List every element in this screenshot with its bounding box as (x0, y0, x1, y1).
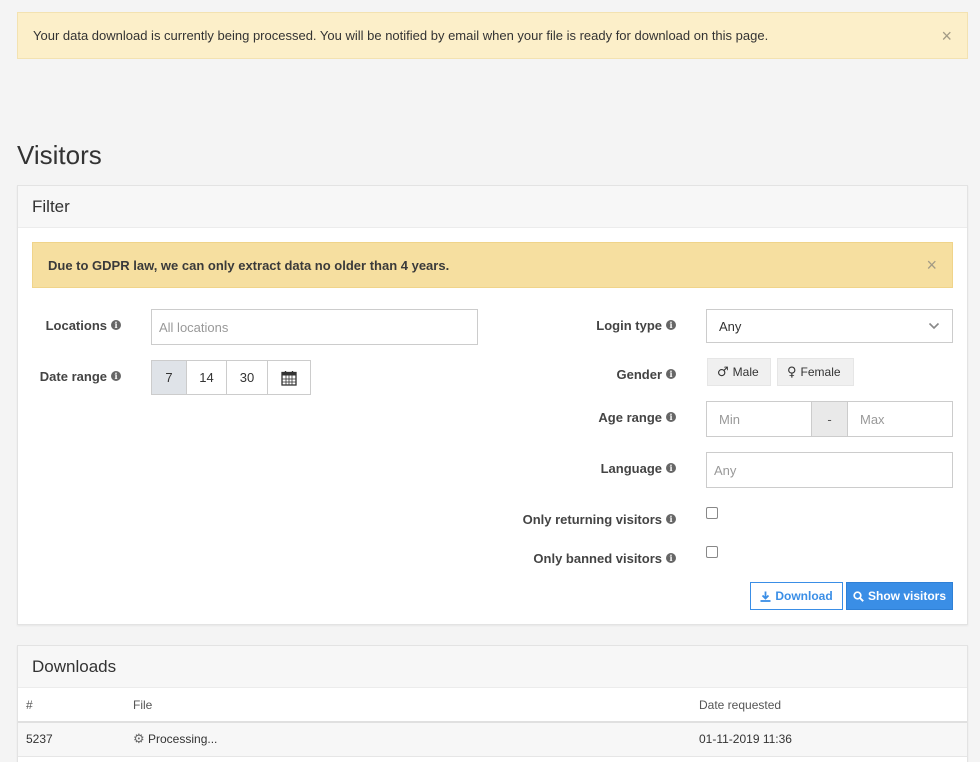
language-label-text: Language (600, 460, 662, 476)
date-range-group: 7 14 30 (151, 360, 311, 395)
gender-label-text: Gender (616, 366, 662, 382)
language-input[interactable]: Any (706, 452, 953, 488)
table-row: 5237 ⚙ Processing... 01-11-2019 11:36 (18, 722, 967, 757)
processing-notice: Your data download is currently being pr… (17, 12, 968, 59)
gender-female-label: Female (800, 365, 841, 379)
column-header-date: Date requested (691, 688, 967, 723)
info-icon: i (666, 412, 676, 422)
locations-label-text: Locations (45, 317, 107, 333)
search-icon (853, 590, 864, 602)
gdpr-notice: Due to GDPR law, we can only extract dat… (32, 242, 953, 288)
gear-icon: ⚙ (133, 731, 145, 747)
page-title: Visitors (17, 140, 102, 170)
language-placeholder: Any (714, 462, 737, 478)
returning-visitors-checkbox[interactable] (706, 507, 718, 519)
show-visitors-button[interactable]: Show visitors (846, 582, 953, 610)
info-icon: i (666, 463, 676, 473)
gender-male-label: Male (732, 365, 759, 379)
download-icon (760, 591, 771, 602)
info-icon: i (111, 320, 121, 330)
age-range-separator: - (811, 401, 848, 437)
date-range-14-button[interactable]: 14 (187, 361, 227, 394)
female-icon: ♀ (787, 364, 797, 380)
banned-visitors-checkbox[interactable] (706, 546, 718, 558)
downloads-table: # File Date requested 5237 ⚙ Processing.… (18, 688, 967, 757)
download-date-cell: 01-11-2019 11:36 (691, 722, 967, 757)
age-min-placeholder: Min (719, 411, 740, 427)
downloads-panel: Downloads # File Date requested 5237 ⚙ P… (17, 645, 968, 762)
login-type-value: Any (719, 318, 742, 334)
info-icon: i (666, 553, 676, 563)
age-range-label: Age range i (520, 408, 676, 426)
column-header-file: File (125, 688, 691, 723)
gender-label: Gender i (520, 365, 676, 383)
downloads-heading: Downloads (18, 646, 967, 688)
download-button[interactable]: Download (750, 582, 843, 610)
gender-male-button[interactable]: ♂ Male (707, 358, 771, 386)
gender-female-button[interactable]: ♀ Female (777, 358, 854, 386)
locations-input[interactable]: All locations (151, 309, 478, 345)
age-range-label-text: Age range (598, 409, 662, 425)
processing-notice-text: Your data download is currently being pr… (33, 28, 769, 43)
download-button-label: Download (775, 589, 833, 603)
show-visitors-button-label: Show visitors (867, 589, 947, 603)
locations-label: Locations i (20, 316, 121, 334)
chevron-down-icon (928, 322, 940, 330)
banned-visitors-label: Only banned visitors i (470, 549, 676, 567)
info-icon: i (666, 369, 676, 379)
returning-visitors-label-text: Only returning visitors (522, 511, 662, 527)
locations-placeholder: All locations (159, 319, 229, 335)
age-max-input[interactable]: Max (847, 401, 953, 437)
date-range-label-text: Date range (39, 368, 107, 384)
date-range-label: Date range i (20, 367, 121, 385)
column-header-id: # (18, 688, 125, 723)
date-range-30-button[interactable]: 30 (227, 361, 268, 394)
login-type-label-text: Login type (596, 317, 662, 333)
download-file-status: Processing... (148, 732, 218, 747)
download-file-cell: ⚙ Processing... (125, 722, 691, 757)
language-label: Language i (520, 459, 676, 477)
close-gdpr-button[interactable]: × (926, 256, 937, 274)
returning-visitors-label: Only returning visitors i (470, 510, 676, 528)
age-min-input[interactable]: Min (706, 401, 812, 437)
age-max-placeholder: Max (860, 411, 885, 427)
banned-visitors-label-text: Only banned visitors (533, 550, 662, 566)
calendar-icon (281, 370, 297, 386)
male-icon: ♂ (717, 364, 729, 380)
download-id-cell: 5237 (18, 722, 125, 757)
table-header-row: # File Date requested (18, 688, 967, 723)
info-icon: i (666, 320, 676, 330)
login-type-select[interactable]: Any (706, 309, 953, 343)
info-icon: i (666, 514, 676, 524)
close-notice-button[interactable]: × (941, 27, 952, 45)
filter-heading: Filter (18, 186, 967, 228)
login-type-label: Login type i (520, 316, 676, 334)
calendar-button[interactable] (268, 361, 310, 394)
info-icon: i (111, 371, 121, 381)
gdpr-notice-text: Due to GDPR law, we can only extract dat… (48, 257, 450, 273)
date-range-7-button[interactable]: 7 (152, 361, 187, 394)
